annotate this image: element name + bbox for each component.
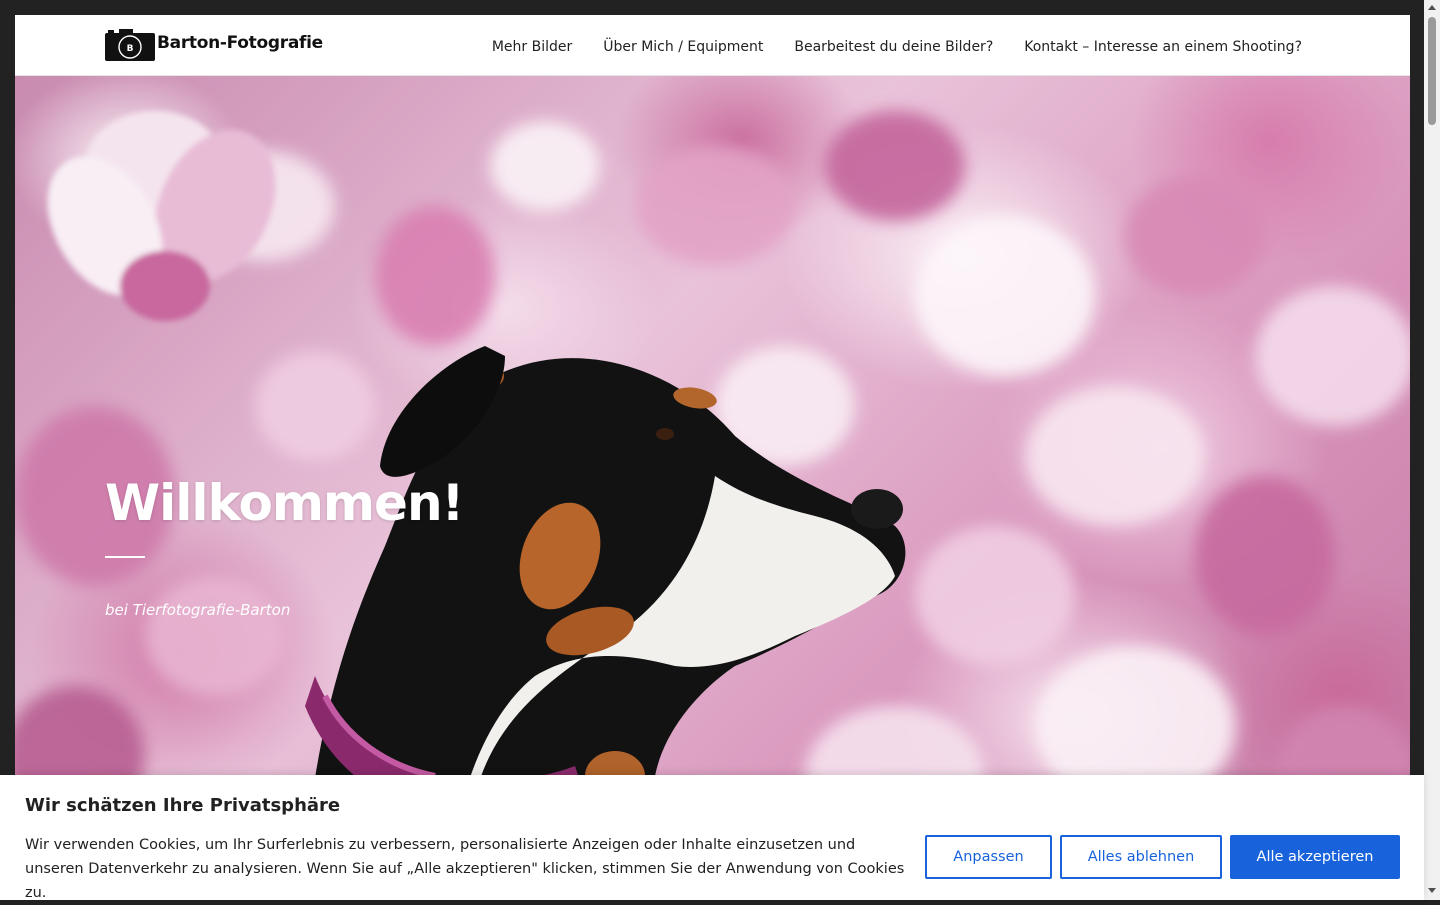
reject-all-button[interactable]: Alles ablehnen xyxy=(1060,835,1222,879)
nav-item-bearbeitung[interactable]: Bearbeitest du deine Bilder? xyxy=(794,35,993,55)
scroll-down-arrow-icon[interactable] xyxy=(1428,888,1436,893)
nav-item-mehr-bilder[interactable]: Mehr Bilder xyxy=(492,35,572,55)
hero-subtitle: bei Tierfotografie-Barton xyxy=(105,601,291,619)
nav-item-ueber-mich[interactable]: Über Mich / Equipment xyxy=(603,35,763,55)
cookie-description: Wir verwenden Cookies, um Ihr Surferlebn… xyxy=(25,837,905,901)
accept-all-button[interactable]: Alle akzeptieren xyxy=(1230,835,1400,879)
page-scrollbar[interactable] xyxy=(1424,0,1440,900)
logo-letter: B xyxy=(127,44,134,54)
cookie-title: Wir schätzen Ihre Privatsphäre xyxy=(25,795,341,816)
nav-item-kontakt[interactable]: Kontakt – Interesse an einem Shooting? xyxy=(1024,35,1302,55)
page-frame: B Barton-Fotografie Mehr Bilder Über Mic… xyxy=(15,15,1410,900)
hero-title: Willkommen! xyxy=(105,474,464,532)
cookie-consent-banner: Wir schätzen Ihre Privatsphäre Wir verwe… xyxy=(0,775,1424,901)
hero-divider xyxy=(105,556,145,558)
site-logo[interactable]: B Barton-Fotografie xyxy=(105,29,323,61)
main-nav: Mehr Bilder Über Mich / Equipment Bearbe… xyxy=(461,15,1302,75)
scroll-up-arrow-icon[interactable] xyxy=(1428,5,1436,10)
scroll-thumb[interactable] xyxy=(1428,17,1436,125)
site-header: B Barton-Fotografie Mehr Bilder Über Mic… xyxy=(15,15,1410,76)
logo-text: Barton-Fotografie xyxy=(157,33,323,53)
camera-icon: B xyxy=(105,29,155,61)
customize-button[interactable]: Anpassen xyxy=(925,835,1052,879)
